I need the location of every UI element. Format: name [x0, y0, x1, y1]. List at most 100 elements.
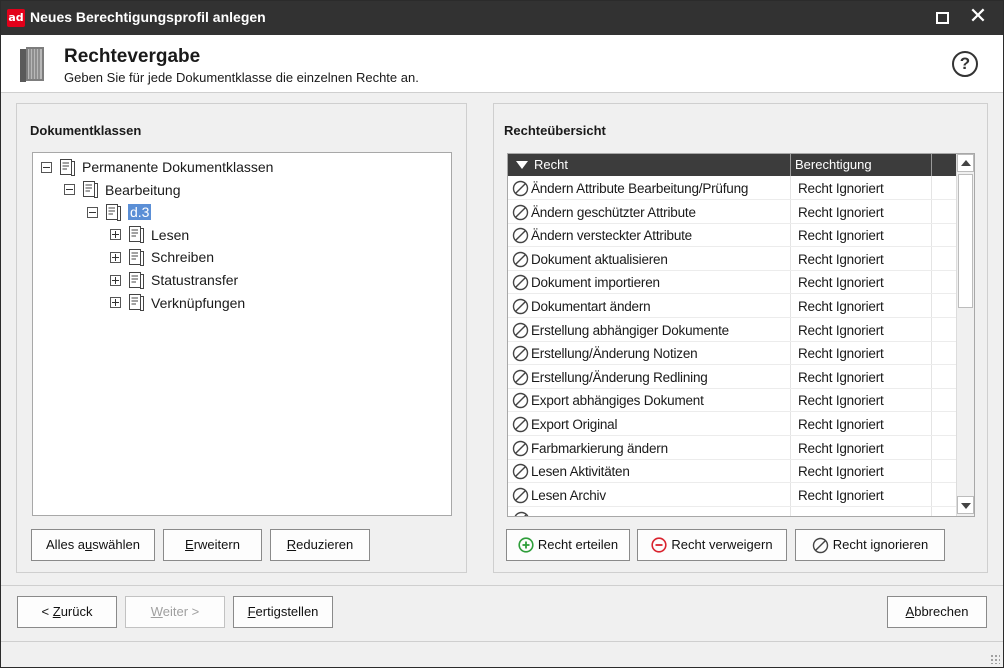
maximize-icon [936, 12, 949, 24]
ignore-icon [512, 322, 529, 338]
finish-mnemonic: F [247, 604, 256, 619]
tree-node[interactable]: Statustransfer [110, 269, 238, 291]
column-header-recht[interactable]: Recht [534, 154, 568, 176]
reduce-mnemonic: R [286, 537, 297, 552]
cell-recht: Dokument importieren [512, 271, 660, 294]
expand-node-icon[interactable] [110, 297, 121, 309]
sort-descending-icon[interactable] [516, 161, 528, 169]
cell-berechtigung: Recht Ignoriert [798, 204, 884, 220]
ignore-right-button[interactable]: Recht ignorieren [795, 529, 945, 561]
resize-grip-icon[interactable] [990, 654, 1000, 664]
expand-node-icon[interactable] [110, 251, 121, 263]
collapse-node-icon[interactable] [87, 206, 98, 218]
document-classes-title: Dokumentklassen [30, 123, 142, 138]
rights-table[interactable]: Recht Berechtigung Ändern Attribute Bear… [507, 153, 975, 517]
tree-node[interactable]: Lesen [110, 224, 189, 246]
document-class-tree[interactable]: Permanente Dokumentklassen Bearbeitung d.3… [32, 152, 452, 516]
document-class-icon [105, 203, 122, 222]
collapse-node-icon[interactable] [41, 161, 52, 173]
table-scrollbar[interactable] [956, 154, 974, 516]
ignore-icon [512, 487, 529, 503]
cell-recht: Farbmarkierung ändern [512, 437, 668, 460]
page-subtitle: Geben Sie für jede Dokumentklasse die ei… [64, 70, 419, 85]
rights-overview-title: Rechteübersicht [504, 123, 606, 138]
table-row[interactable]: Dokumentart ändern Recht Ignoriert [508, 295, 956, 318]
maximize-button[interactable] [930, 6, 956, 30]
select-all-button[interactable]: Alles auswählen [31, 529, 155, 561]
tree-node-label[interactable]: Permanente Dokumentklassen [82, 159, 273, 175]
scroll-down-icon [961, 503, 971, 509]
table-row[interactable]: Dokument importieren Recht Ignoriert [508, 271, 956, 295]
grant-right-button[interactable]: Recht erteilen [506, 529, 630, 561]
scroll-thumb[interactable] [958, 174, 973, 308]
tree-node-label[interactable]: d.3 [128, 204, 152, 221]
finish-button[interactable]: Fertigstellen [233, 596, 333, 628]
table-row[interactable]: Export abhängiges Dokument Recht Ignorier… [508, 389, 956, 413]
cell-berechtigung: Recht Ignoriert [798, 181, 884, 196]
table-row[interactable]: Erstellung abhängiger Dokumente Recht Ign… [508, 319, 956, 342]
dialog-window: ad Neues Berechtigungsprofil anlegen ✕ R… [0, 0, 1004, 668]
next-mnemonic: W [150, 604, 163, 619]
recht-label: Farbmarkierung ändern [531, 440, 668, 456]
table-row[interactable]: Erstellung/Änderung Notizen Recht Ignorie… [508, 342, 956, 366]
ignore-icon [512, 180, 529, 197]
scroll-down-button[interactable] [957, 496, 974, 514]
column-separator [790, 154, 791, 176]
tree-node[interactable]: Bearbeitung [64, 179, 181, 201]
recht-label: Dokumentart ändern [531, 299, 651, 314]
recht-label: Erstellung/Änderung Notizen [531, 346, 698, 362]
cell-berechtigung: Recht Ignoriert [798, 487, 884, 503]
column-header-berechtigung[interactable]: Berechtigung [795, 154, 872, 176]
cancel-mnemonic: A [905, 604, 915, 619]
cell-berechtigung: Recht Ignoriert [798, 464, 884, 480]
table-row[interactable]: Lesen Aktivitäten Recht Ignoriert [508, 460, 956, 484]
ignore-icon [512, 393, 529, 409]
ignore-icon [512, 251, 529, 267]
table-row[interactable]: Dokument aktualisieren Recht Ignoriert [508, 248, 956, 271]
help-icon[interactable]: ? [952, 51, 978, 77]
next-label: eiter > [162, 604, 200, 619]
tree-node-label[interactable]: Verknüpfungen [151, 295, 245, 311]
cell-berechtigung: Recht Ignoriert [798, 322, 884, 338]
tree-node[interactable]: Permanente Dokumentklassen [41, 156, 273, 178]
table-row[interactable]: Export Original Recht Ignoriert [508, 413, 956, 436]
expand-node-icon[interactable] [110, 229, 121, 241]
table-row[interactable]: Ändern versteckter Attribute Recht Ignori… [508, 224, 956, 248]
reduce-button[interactable]: Reduzieren [270, 529, 370, 561]
close-button[interactable]: ✕ [965, 6, 991, 30]
deny-right-button[interactable]: Recht verweigern [637, 529, 787, 561]
recht-label: Lesen Aktivitäten [531, 464, 630, 480]
cell-recht: Ändern geschützter Attribute [512, 201, 696, 224]
recht-label: Ändern versteckter Attribute [531, 228, 692, 244]
table-row[interactable]: Farbmarkierung ändern Recht Ignoriert [508, 437, 956, 460]
expand-mnemonic: E [185, 537, 194, 552]
tree-node[interactable]: d.3 [87, 201, 152, 223]
select-all-label-b: swählen [92, 537, 140, 552]
collapse-node-icon[interactable] [64, 184, 75, 196]
cell-berechtigung: Recht Ignoriert [798, 417, 884, 432]
table-row[interactable]: Erstellung/Änderung Redlining Recht Ignor… [508, 366, 956, 389]
cancel-button[interactable]: Abbrechen [887, 596, 987, 628]
finish-label: ertigstellen [255, 604, 319, 619]
page-header: Rechtevergabe Geben Sie für jede Dokumen… [1, 35, 1003, 93]
table-row[interactable]: Ändern Attribute Bearbeitung/Prüfung Rech… [508, 177, 956, 200]
book-icon [20, 47, 44, 82]
table-row[interactable]: Ändern geschützter Attribute Recht Ignori… [508, 201, 956, 224]
expand-node-icon[interactable] [110, 274, 121, 286]
scroll-up-icon [961, 160, 971, 166]
table-row[interactable]: Lesen Archiv Recht Ignoriert [508, 484, 956, 507]
tree-node-label[interactable]: Statustransfer [151, 272, 238, 288]
cell-recht: Lesen Aktivitäten [512, 460, 630, 483]
tree-node-label[interactable]: Bearbeitung [105, 182, 181, 198]
scroll-up-button[interactable] [957, 154, 974, 172]
document-class-icon [128, 225, 145, 244]
tree-node-label[interactable]: Lesen [151, 227, 189, 243]
expand-button[interactable]: Erweitern [163, 529, 262, 561]
tree-node[interactable]: Verknüpfungen [110, 292, 245, 314]
tree-node-label[interactable]: Schreiben [151, 249, 214, 265]
tree-node[interactable]: Schreiben [110, 246, 214, 268]
recht-label: Erstellung abhängiger Dokumente [531, 322, 729, 338]
document-class-icon [128, 248, 145, 267]
back-button[interactable]: < Zurück [17, 596, 117, 628]
footer-divider [1, 585, 1003, 586]
